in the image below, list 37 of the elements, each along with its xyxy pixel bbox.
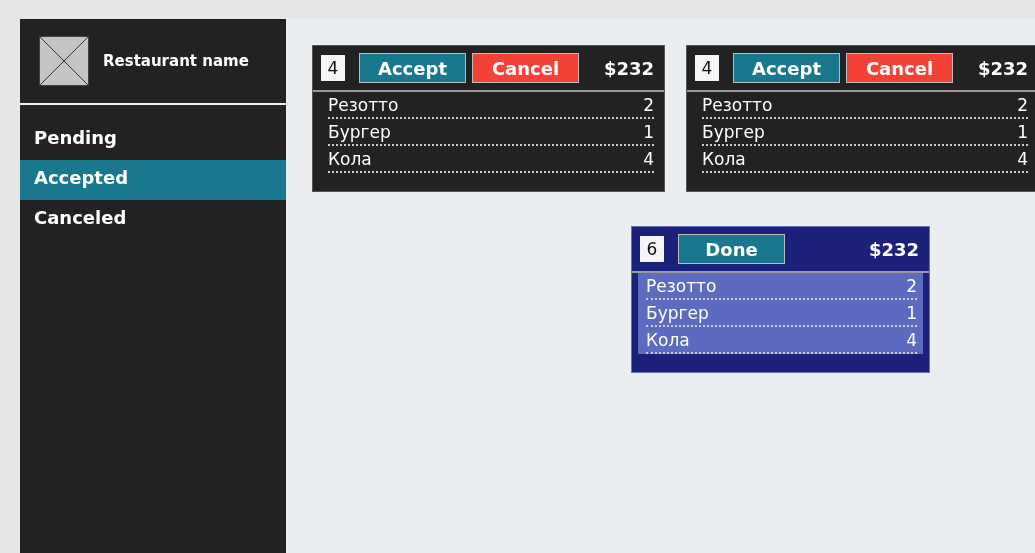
cancel-button[interactable]: Cancel [472, 53, 579, 83]
item-quantity: 1 [906, 302, 917, 325]
item-quantity: 4 [643, 148, 654, 171]
order-card[interactable]: 4 Accept Cancel $232 Резотто 2 Бургер 1 Кола 4 [312, 45, 665, 192]
item-name: Бургер [646, 302, 709, 325]
order-number: 4 [321, 55, 345, 81]
item-quantity: 2 [906, 275, 917, 298]
item-quantity: 4 [1017, 148, 1028, 171]
item-name: Резотто [702, 94, 773, 117]
order-total: $232 [977, 57, 1028, 79]
item-name: Резотто [646, 275, 717, 298]
accept-button[interactable]: Accept [359, 53, 466, 83]
nav-item[interactable]: Canceled [20, 200, 286, 240]
order-total: $232 [868, 238, 919, 260]
restaurant-name: Restaurant name [103, 52, 249, 70]
cancel-button[interactable]: Cancel [846, 53, 953, 83]
nav-item[interactable]: Accepted [20, 160, 286, 200]
item-name: Бургер [702, 121, 765, 144]
order-number: 4 [695, 55, 719, 81]
image-placeholder-icon [39, 36, 89, 86]
order-total: $232 [603, 57, 654, 79]
accept-button[interactable]: Done [678, 234, 785, 264]
item-quantity: 4 [906, 329, 917, 352]
item-quantity: 2 [1017, 94, 1028, 117]
item-quantity: 2 [643, 94, 654, 117]
item-name: Кола [702, 148, 746, 171]
item-name: Кола [646, 329, 690, 352]
accept-button[interactable]: Accept [733, 53, 840, 83]
item-name: Резотто [328, 94, 399, 117]
nav-item[interactable]: Pending [20, 120, 286, 160]
item-name: Кола [328, 148, 372, 171]
order-card[interactable]: 6 Done $232 Резотто 2 Бургер 1 Кола 4 [631, 226, 930, 373]
item-quantity: 1 [643, 121, 654, 144]
item-name: Бургер [328, 121, 391, 144]
order-number: 6 [640, 236, 664, 262]
order-card[interactable]: 4 Accept Cancel $232 Резотто 2 Бургер 1 Кола 4 [686, 45, 1035, 192]
item-quantity: 1 [1017, 121, 1028, 144]
